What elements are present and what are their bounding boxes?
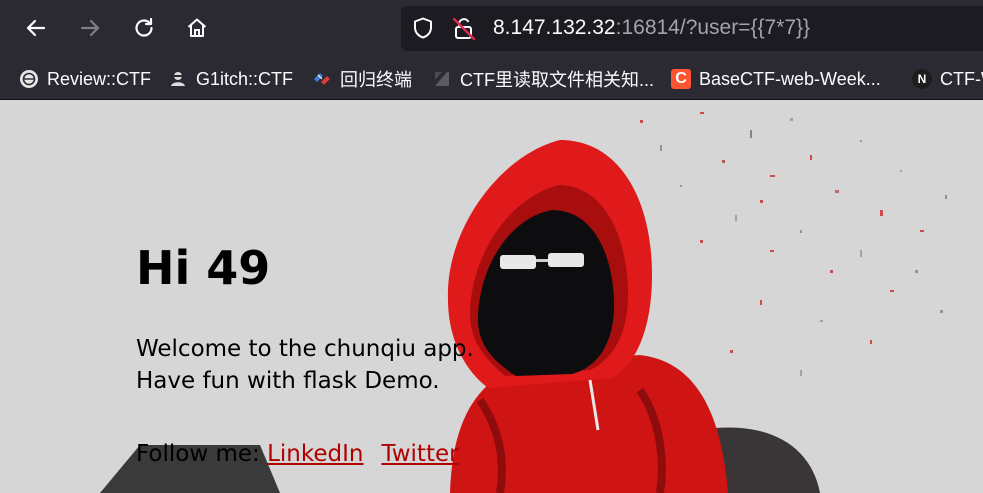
intro-line-flask: Have fun with flask Demo. xyxy=(136,368,440,394)
back-arrow-icon xyxy=(26,19,46,37)
shield-icon[interactable] xyxy=(411,16,435,44)
reload-button[interactable] xyxy=(125,9,163,47)
zhihu-favicon-icon xyxy=(432,69,452,89)
url-text[interactable]: 8.147.132.32:16814/?user={{7*7}} xyxy=(493,15,810,41)
intro-text: Welcome to the chunqiu app. Have fun wit… xyxy=(136,333,474,397)
follow-me-line: Follow me: LinkedIn Twitter xyxy=(136,438,459,470)
url-host: 8.147.132.32 xyxy=(493,16,616,39)
bookmarks-toolbar: Review::CTF G1itch::CTF 回归终端 CTF里读取文件相关知… xyxy=(0,58,983,100)
bookmark-label: Review::CTF xyxy=(47,68,152,89)
bookmark-label: CTF-W xyxy=(940,68,983,89)
url-path-query: :16814/?user={{7*7}} xyxy=(615,16,811,39)
page-content: Hi 49 Welcome to the chunqiu app. Have f… xyxy=(0,100,983,493)
review-ctf-favicon-icon xyxy=(19,69,39,89)
home-button[interactable] xyxy=(178,9,216,47)
intro-line-welcome: Welcome to the chunqiu app. xyxy=(136,336,474,362)
g1itch-favicon-icon xyxy=(168,69,188,89)
bookmark-basectf-web[interactable]: C BaseCTF-web-Week... xyxy=(671,58,881,100)
bookmark-review-ctf[interactable]: Review::CTF xyxy=(19,58,151,100)
bookmark-terminal[interactable]: 回归终端 xyxy=(312,58,412,100)
notion-favicon-icon: N xyxy=(912,69,932,89)
reload-icon xyxy=(135,17,153,37)
twitter-link[interactable]: Twitter xyxy=(381,441,458,467)
bookmark-label: CTF里读取文件相关知... xyxy=(460,70,654,90)
insecure-lock-icon[interactable] xyxy=(451,16,477,46)
back-button[interactable] xyxy=(17,9,55,47)
follow-me-label: Follow me: xyxy=(136,441,260,467)
bookmark-g1itch-ctf[interactable]: G1itch::CTF xyxy=(168,58,293,100)
bookmark-label: 回归终端 xyxy=(340,70,412,90)
url-bar[interactable]: 8.147.132.32:16814/?user={{7*7}} xyxy=(401,6,983,51)
forward-arrow-icon xyxy=(80,19,100,37)
terminal-favicon-icon xyxy=(312,69,332,89)
page-heading: Hi 49 xyxy=(136,241,271,295)
forward-button[interactable] xyxy=(71,9,109,47)
bookmark-label: BaseCTF-web-Week... xyxy=(699,68,881,89)
bookmark-ctf-w[interactable]: N CTF-W xyxy=(912,58,983,100)
home-icon xyxy=(187,18,207,37)
linkedin-link[interactable]: LinkedIn xyxy=(267,441,363,467)
csdn-favicon-icon: C xyxy=(671,69,691,89)
bookmark-ctf-file-read[interactable]: CTF里读取文件相关知... xyxy=(432,58,654,100)
browser-toolbar: 8.147.132.32:16814/?user={{7*7}} xyxy=(0,0,983,58)
bookmark-label: G1itch::CTF xyxy=(196,68,294,89)
